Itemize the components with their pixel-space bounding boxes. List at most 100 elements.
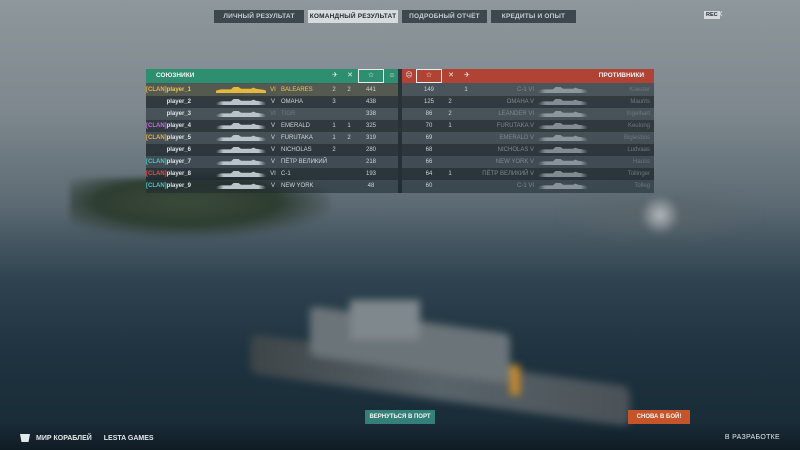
ships-destroyed: 3: [332, 99, 336, 105]
enemy-row[interactable]: 66 NEW YORK V Hauss: [402, 156, 654, 168]
score-star-icon[interactable]: ☆: [358, 69, 384, 83]
game-logo: МИР КОРАБЛЕЙ LESTA GAMES: [20, 434, 154, 442]
ship-name: ПЁТР ВЕЛИКИЙ V: [482, 171, 534, 177]
tab-team-result[interactable]: КОМАНДНЫЙ РЕЗУЛЬТАТ: [308, 10, 398, 23]
ally-row[interactable]: [CLAN]player_9 V NEW YORK 48: [146, 180, 398, 192]
ship-tier: V: [270, 147, 275, 153]
enemies-header: ☹ ☆ ✕ ✈ ПРОТИВНИКИ: [402, 69, 654, 83]
ship-name: C-1 VI: [516, 87, 534, 93]
score: 193: [365, 171, 376, 177]
close-icon[interactable]: ✕: [716, 9, 724, 20]
battle-again-button[interactable]: СНОВА В БОЙ!: [628, 410, 690, 424]
score: 86: [425, 111, 433, 117]
ship-name: NICHOLAS V: [497, 147, 534, 153]
ally-row[interactable]: [CLAN]player_7 V ПЁТР ВЕЛИКИЙ 218: [146, 156, 398, 168]
ally-row[interactable]: [CLAN]player_8 VI C-1 193: [146, 168, 398, 180]
ship-silhouette: [538, 123, 588, 129]
score: 441: [365, 87, 376, 93]
score: 70: [425, 123, 433, 129]
enemy-row[interactable]: 86 2 LEANDER VI Ingelhart: [402, 108, 654, 120]
player-name: [CLAN]player_4: [146, 123, 192, 129]
player-name: Tollinger: [627, 171, 650, 177]
enemy-row[interactable]: 60 C-1 VI Tolleg: [402, 180, 654, 192]
ally-row[interactable]: [CLAN]player_5 V FURUTAKA 1 2 319: [146, 132, 398, 144]
player-name: [CLAN]player_1: [146, 87, 192, 93]
ship-silhouette: [216, 87, 266, 93]
brand-name: МИР КОРАБЛЕЙ: [36, 434, 92, 442]
publisher-name: LESTA GAMES: [103, 434, 154, 442]
ship-tier: V: [270, 159, 275, 165]
enemy-row[interactable]: 70 1 FURUTAKA V Keulong: [402, 120, 654, 132]
planes-destroyed: 2: [448, 111, 452, 117]
ships-destroyed: 2: [332, 87, 336, 93]
tab-credits-xp[interactable]: КРЕДИТЫ И ОПЫТ: [491, 10, 576, 23]
tab-detailed-report[interactable]: ПОДРОБНЫЙ ОТЧЁТ: [402, 10, 487, 23]
ships-destroyed: 1: [332, 135, 336, 141]
ally-row[interactable]: player_2 V OMAHA 3 438: [146, 96, 398, 108]
score: 280: [365, 147, 376, 153]
ship-tier: VI: [270, 87, 276, 93]
allies-header: СОЮЗНИКИ ✈ ✕ ☆ ☺: [146, 69, 398, 83]
enemy-row[interactable]: 64 1 ПЁТР ВЕЛИКИЙ V Tollinger: [402, 168, 654, 180]
ship-silhouette: [216, 99, 266, 105]
player-name: player_6: [166, 147, 191, 153]
ally-row[interactable]: player_3 VI TIGR 338: [146, 108, 398, 120]
ship-name: FURUTAKA V: [496, 123, 534, 129]
player-name: player_2: [166, 99, 191, 105]
score: 325: [365, 123, 376, 129]
enemy-score-star-icon[interactable]: ☆: [416, 69, 442, 83]
score: 60: [425, 183, 433, 189]
ships-destroyed: 1: [464, 87, 468, 93]
water-splash: [640, 195, 680, 235]
ship-tier: V: [270, 123, 275, 129]
score: 69: [425, 135, 433, 141]
score: 68: [425, 147, 433, 153]
allies-title: СОЮЗНИКИ: [156, 72, 195, 79]
ship-name: ПЁТР ВЕЛИКИЙ: [281, 159, 328, 165]
anchor-logo-icon: [20, 434, 30, 442]
enemy-planes-destroyed-icon: ✕: [448, 72, 454, 79]
ship-name: TIGR: [281, 111, 296, 117]
player-name: player_3: [166, 111, 191, 117]
planes-destroyed: 2: [448, 99, 452, 105]
team-results-table: СОЮЗНИКИ ✈ ✕ ☆ ☺ ☹ ☆ ✕ ✈ ПРОТИВНИКИ [CLA…: [146, 69, 654, 193]
player-name: Hauss: [632, 159, 650, 165]
enemy-row[interactable]: 69 EMERALD V Biglesbos: [402, 132, 654, 144]
ally-row[interactable]: player_6 V NICHOLAS 2 280: [146, 144, 398, 156]
player-name: [CLAN]player_8: [146, 171, 192, 177]
score: 48: [367, 183, 375, 189]
ally-row[interactable]: [CLAN]player_1 VI BALEARES 2 2 441: [146, 84, 398, 96]
ship-silhouette: [216, 123, 266, 129]
ship-silhouette: [538, 147, 588, 153]
ship-name: NEW YORK: [281, 183, 314, 189]
ship-tier: VI: [270, 111, 276, 117]
ship-silhouette: [538, 159, 588, 165]
enemy-row[interactable]: 68 NICHOLAS V Ludvaas: [402, 144, 654, 156]
ship-silhouette: [216, 159, 266, 165]
return-to-port-button[interactable]: ВЕРНУТЬСЯ В ПОРТ: [365, 410, 435, 424]
ship-silhouette: [216, 135, 266, 141]
planes-destroyed: 2: [347, 135, 351, 141]
tab-personal-result[interactable]: ЛИЧНЫЙ РЕЗУЛЬТАТ: [214, 10, 304, 23]
planes-destroyed-icon: ✕: [347, 72, 353, 79]
in-development-label: В РАЗРАБОТКЕ: [724, 434, 780, 441]
ship-silhouette: [538, 111, 588, 117]
player-name: Koester: [629, 87, 650, 93]
background-ship: [250, 300, 630, 427]
enemy-row[interactable]: 149 1 C-1 VI Koester: [402, 84, 654, 96]
player-name: [CLAN]player_7: [146, 159, 192, 165]
ships-destroyed-icon: ✈: [332, 72, 338, 79]
planes-destroyed: 1: [347, 123, 351, 129]
planes-destroyed: 2: [347, 87, 351, 93]
ship-tier: V: [270, 183, 275, 189]
enemy-row[interactable]: 125 2 OMAHA V Maurits: [402, 96, 654, 108]
score: 218: [365, 159, 376, 165]
player-name: Biglesbos: [623, 135, 650, 141]
ship-tier: V: [270, 99, 275, 105]
ship-silhouette: [216, 147, 266, 153]
ship-name: OMAHA V: [506, 99, 534, 105]
enemy-ships-destroyed-icon: ✈: [464, 72, 470, 79]
ship-name: C-1: [281, 171, 291, 177]
ally-row[interactable]: [CLAN]player_4 V EMERALD 1 1 325: [146, 120, 398, 132]
ship-name: LEANDER VI: [498, 111, 534, 117]
